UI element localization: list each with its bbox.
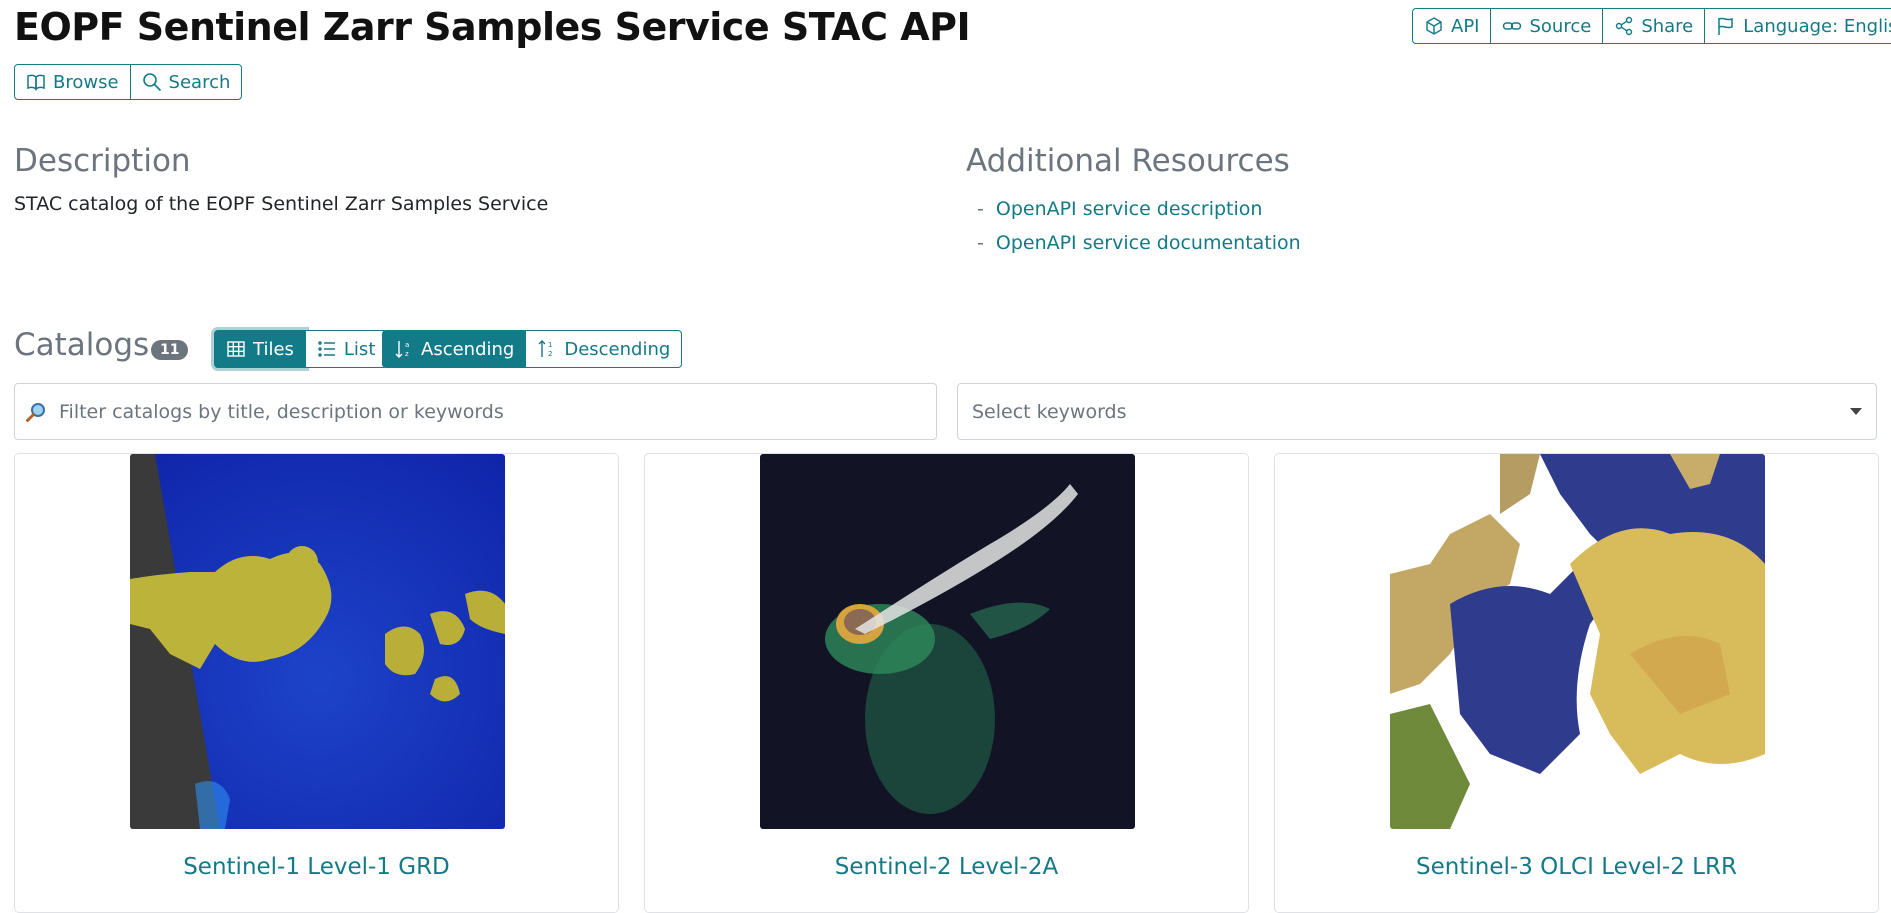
keywords-placeholder: Select keywords [972, 400, 1127, 423]
main-nav: Browse Search [14, 64, 243, 100]
sort-descending-icon: 12 [538, 340, 553, 358]
catalog-title[interactable]: Sentinel-2 Level-2A [645, 854, 1248, 880]
resources-heading: Additional Resources [966, 143, 1290, 179]
catalog-thumbnail [1390, 454, 1765, 829]
cube-icon [1426, 17, 1442, 35]
list-icon [318, 341, 335, 357]
share-button[interactable]: Share [1602, 8, 1706, 44]
svg-text:a: a [405, 341, 409, 349]
catalog-title[interactable]: Sentinel-1 Level-1 GRD [15, 854, 618, 880]
list-view-button[interactable]: List [304, 330, 388, 368]
language-dropdown[interactable]: Language: English [1704, 8, 1891, 44]
sort-ascending-button[interactable]: az Ascending [382, 330, 527, 368]
sort-toggle: az Ascending 12 Descending [382, 330, 683, 368]
keywords-select[interactable]: Select keywords [957, 383, 1877, 440]
tiles-label: Tiles [253, 338, 294, 360]
language-label: Language: English [1743, 15, 1891, 37]
api-label: API [1451, 15, 1480, 37]
catalog-title[interactable]: Sentinel-3 OLCI Level-2 LRR [1275, 854, 1878, 880]
svg-text:z: z [405, 350, 409, 358]
sort-ascending-icon: az [395, 341, 409, 358]
catalog-card[interactable]: Sentinel-3 OLCI Level-2 LRR [1274, 453, 1879, 913]
page-title: EOPF Sentinel Zarr Samples Service STAC … [14, 5, 971, 49]
catalog-thumbnail [760, 454, 1135, 829]
description-text: STAC catalog of the EOPF Sentinel Zarr S… [14, 193, 549, 215]
catalog-card[interactable]: Sentinel-1 Level-1 GRD [14, 453, 619, 913]
link-icon [1503, 22, 1522, 30]
source-label: Source [1529, 15, 1592, 37]
svg-text:2: 2 [548, 350, 552, 358]
search-icon [142, 73, 161, 92]
view-toggle: Tiles List [214, 330, 388, 368]
catalog-thumbnail [130, 454, 505, 829]
resources-list: - OpenAPI service description - OpenAPI se… [977, 192, 1301, 260]
grid-icon [227, 341, 245, 357]
magnifier-icon [26, 402, 45, 422]
flag-icon [1718, 17, 1734, 35]
ascending-label: Ascending [421, 338, 515, 360]
catalog-filter-input[interactable] [57, 399, 921, 424]
source-button[interactable]: Source [1490, 8, 1604, 44]
search-button[interactable]: Search [129, 64, 243, 100]
openapi-documentation-link[interactable]: OpenAPI service documentation [996, 232, 1301, 254]
catalogs-heading: Catalogs [14, 327, 150, 363]
book-icon [27, 74, 45, 91]
browse-button[interactable]: Browse [14, 64, 131, 100]
api-button[interactable]: API [1412, 8, 1492, 44]
share-icon [1616, 16, 1633, 36]
resource-item: - OpenAPI service documentation [977, 232, 1301, 254]
catalog-card[interactable]: Sentinel-2 Level-2A [644, 453, 1249, 913]
descending-label: Descending [564, 338, 671, 360]
share-label: Share [1641, 15, 1694, 37]
resource-item: - OpenAPI service description [977, 198, 1263, 220]
catalog-filter [14, 383, 937, 440]
list-label: List [343, 338, 376, 360]
svg-text:1: 1 [548, 341, 552, 349]
catalog-count-badge: 11 [151, 340, 189, 360]
search-label: Search [168, 71, 231, 93]
header-actions: API Source Share Language: English [1412, 8, 1891, 44]
tiles-view-button[interactable]: Tiles [214, 330, 306, 368]
chevron-down-icon [1850, 408, 1862, 415]
openapi-description-link[interactable]: OpenAPI service description [996, 198, 1263, 220]
description-heading: Description [14, 143, 191, 179]
browse-label: Browse [53, 71, 119, 93]
sort-descending-button[interactable]: 12 Descending [525, 330, 683, 368]
